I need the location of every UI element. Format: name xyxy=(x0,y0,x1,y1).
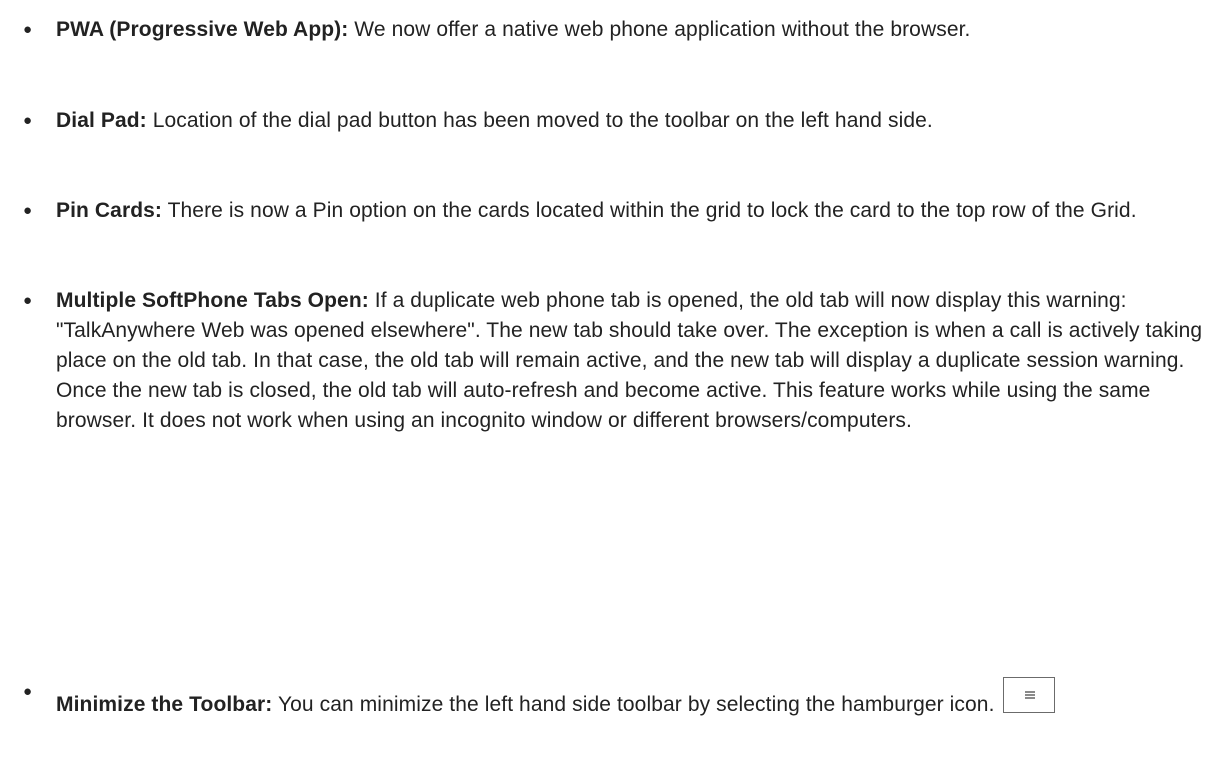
list-item: ● Minimize the Toolbar: You can minimize… xyxy=(0,677,1206,720)
feature-description: There is now a Pin option on the cards l… xyxy=(162,199,1137,222)
feature-term: PWA (Progressive Web App): xyxy=(56,18,349,41)
bullet-icon: ● xyxy=(23,21,33,38)
bullet-icon: ● xyxy=(23,683,33,700)
list-item: ● Multiple SoftPhone Tabs Open: If a dup… xyxy=(0,286,1206,436)
list-item: ● PWA (Progressive Web App): We now offe… xyxy=(0,15,1206,45)
feature-description: You can minimize the left hand side tool… xyxy=(272,693,995,716)
list-item: ● Pin Cards: There is now a Pin option o… xyxy=(0,196,1206,226)
hamburger-bar xyxy=(1024,694,1035,696)
bullet-icon: ● xyxy=(23,202,33,219)
feature-term: Pin Cards: xyxy=(56,199,163,222)
bullet-icon: ● xyxy=(23,112,33,129)
release-notes-document: ● PWA (Progressive Web App): We now offe… xyxy=(0,0,1213,765)
feature-term: Minimize the Toolbar: xyxy=(56,693,273,716)
feature-description: Location of the dial pad button has been… xyxy=(146,109,933,132)
feature-term: Multiple SoftPhone Tabs Open: xyxy=(56,289,369,312)
bullet-icon: ● xyxy=(23,292,33,309)
hamburger-bar xyxy=(1024,697,1035,699)
list-item: ● Dial Pad: Location of the dial pad but… xyxy=(0,106,1206,136)
hamburger-bar xyxy=(1024,691,1035,693)
feature-term: Dial Pad: xyxy=(56,109,147,132)
feature-description: We now offer a native web phone applicat… xyxy=(348,18,971,41)
hamburger-icon xyxy=(1002,677,1055,713)
